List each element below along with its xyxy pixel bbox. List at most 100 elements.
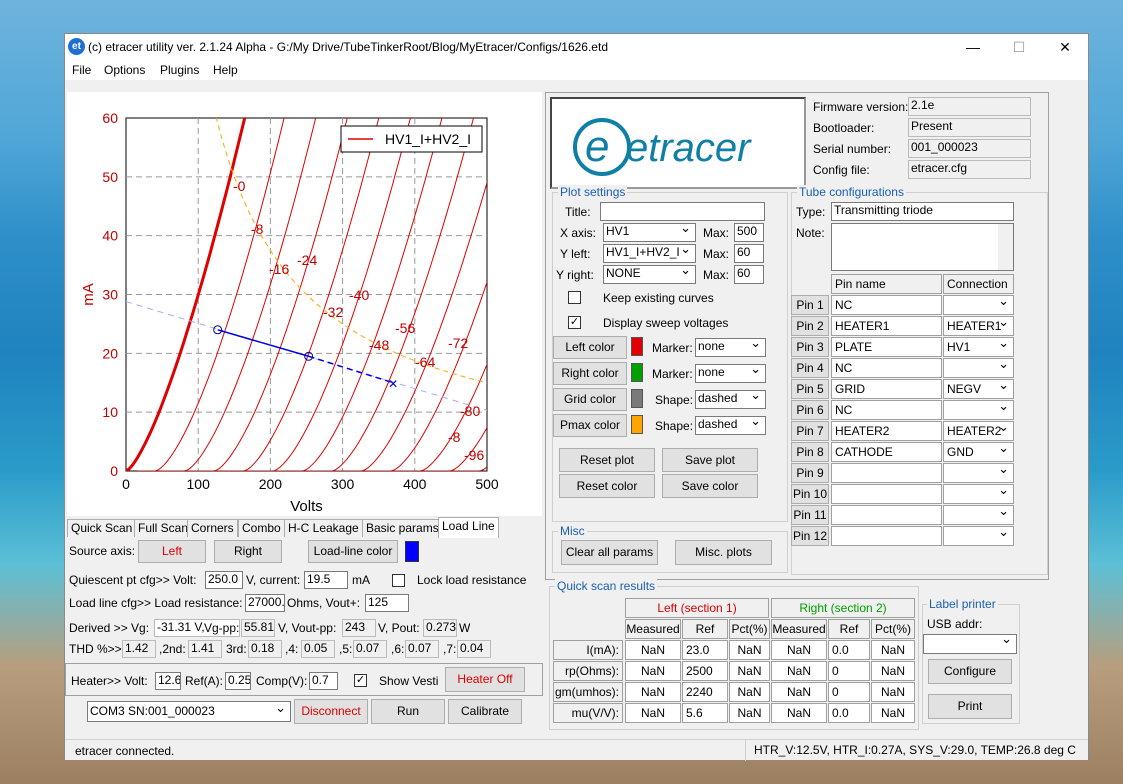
pin-name-cell[interactable] [831, 505, 942, 525]
pin-button[interactable]: Pin 11 [791, 505, 829, 525]
misc-plots-button[interactable]: Misc. plots [675, 540, 772, 565]
com-port-select[interactable]: COM3 SN:001_000023 [87, 701, 291, 722]
menu-options[interactable]: Options [104, 63, 145, 77]
pin-connection-select[interactable] [943, 484, 1014, 504]
quick-cell[interactable]: 0 [828, 661, 870, 681]
y-left-select[interactable]: HV1_I+HV2_I [603, 244, 696, 263]
quick-cell[interactable]: 2240 [682, 682, 728, 702]
pin-connection-select[interactable]: NEGV [943, 379, 1014, 399]
pin-name-cell[interactable]: HEATER1 [831, 316, 942, 336]
tab-load-line[interactable]: Load Line [438, 517, 499, 538]
pin-name-cell[interactable]: PLATE [831, 337, 942, 357]
heater-volt-input[interactable]: 12.6 [155, 672, 181, 690]
tab-hc-leakage[interactable]: H-C Leakage [284, 519, 363, 537]
pin-name-cell[interactable]: NC [831, 295, 942, 315]
right-color-swatch[interactable] [631, 363, 643, 382]
tab-corners[interactable]: Corners [187, 519, 238, 537]
source-left-button[interactable]: Left [138, 540, 206, 563]
run-button[interactable]: Run [371, 699, 445, 724]
pin-button[interactable]: Pin 2 [791, 316, 829, 336]
pin-connection-select[interactable] [943, 358, 1014, 378]
load-resistance-input[interactable]: 27000.0 [245, 594, 285, 612]
reset-plot-button[interactable]: Reset plot [559, 448, 655, 472]
tube-type-input[interactable]: Transmitting triode [831, 202, 1014, 221]
calibrate-button[interactable]: Calibrate [448, 699, 522, 724]
pin-button[interactable]: Pin 3 [791, 337, 829, 357]
pin-name-cell[interactable]: CATHODE [831, 442, 942, 462]
configure-button[interactable]: Configure [928, 659, 1012, 684]
left-color-button[interactable]: Left color [553, 336, 627, 359]
tube-note-textarea[interactable] [831, 223, 1014, 271]
source-right-button[interactable]: Right [214, 540, 282, 563]
pin-connection-select[interactable] [943, 400, 1014, 420]
heater-ref-input[interactable]: 0.25 [225, 672, 251, 690]
plot-title-input[interactable] [600, 202, 765, 221]
pin-name-cell[interactable] [831, 463, 942, 483]
quick-cell[interactable]: 2500 [682, 661, 728, 681]
grid-color-button[interactable]: Grid color [553, 388, 627, 411]
quick-cell[interactable]: 0.0 [828, 640, 870, 660]
load-line-color-swatch[interactable] [405, 541, 419, 562]
quick-cell[interactable]: 5.6 [682, 703, 728, 723]
x-axis-select[interactable]: HV1 [603, 223, 696, 242]
quiescent-current-input[interactable]: 19.5 [304, 571, 348, 589]
pin-name-cell[interactable]: HEATER2 [831, 421, 942, 441]
tab-quick-scan[interactable]: Quick Scan [67, 519, 137, 537]
heater-off-button[interactable]: Heater Off [445, 667, 525, 692]
save-plot-button[interactable]: Save plot [662, 448, 758, 472]
pin-name-cell[interactable] [831, 526, 942, 546]
left-marker-select[interactable]: none [695, 338, 766, 357]
pin-button[interactable]: Pin 9 [791, 463, 829, 483]
vout-input[interactable]: 125 [365, 594, 409, 612]
minimize-button[interactable]: — [950, 34, 996, 60]
pin-connection-select[interactable] [943, 295, 1014, 315]
heater-comp-input[interactable]: 0.7 [309, 672, 338, 690]
tab-full-scan[interactable]: Full Scan [134, 519, 193, 537]
keep-curves-checkbox[interactable] [568, 291, 581, 304]
clear-all-params-button[interactable]: Clear all params [561, 540, 658, 565]
menu-file[interactable]: File [72, 63, 91, 77]
save-color-button[interactable]: Save color [662, 474, 758, 498]
x-max-input[interactable]: 500 [734, 223, 764, 242]
pin-button[interactable]: Pin 7 [791, 421, 829, 441]
right-color-button[interactable]: Right color [553, 362, 627, 385]
pin-button[interactable]: Pin 12 [791, 526, 829, 546]
display-sweep-checkbox[interactable]: ✓ [568, 316, 581, 329]
maximize-button[interactable]: ☐ [996, 34, 1042, 60]
pin-connection-select[interactable] [943, 505, 1014, 525]
pin-name-cell[interactable] [831, 484, 942, 504]
reset-color-button[interactable]: Reset color [559, 474, 655, 498]
pin-name-cell[interactable]: NC [831, 358, 942, 378]
pin-connection-select[interactable]: GND [943, 442, 1014, 462]
pin-button[interactable]: Pin 5 [791, 379, 829, 399]
pin-button[interactable]: Pin 10 [791, 484, 829, 504]
close-button[interactable]: ✕ [1042, 34, 1088, 60]
pin-button[interactable]: Pin 6 [791, 400, 829, 420]
menu-help[interactable]: Help [213, 63, 238, 77]
y-left-max-input[interactable]: 60 [734, 244, 764, 263]
quick-cell[interactable]: 23.0 [682, 640, 728, 660]
y-right-max-input[interactable]: 60 [734, 265, 764, 284]
pin-connection-select[interactable]: HV1 [943, 337, 1014, 357]
lock-load-checkbox[interactable] [392, 574, 405, 587]
pin-connection-select[interactable] [943, 463, 1014, 483]
tab-basic-params[interactable]: Basic params [362, 519, 443, 537]
note-scrollbar[interactable] [998, 224, 1013, 270]
grid-color-swatch[interactable] [631, 389, 643, 408]
tab-combo[interactable]: Combo [238, 519, 285, 537]
quick-cell[interactable]: 0 [828, 682, 870, 702]
pmax-color-button[interactable]: Pmax color [553, 414, 627, 437]
grid-shape-select[interactable]: dashed [695, 390, 766, 409]
disconnect-button[interactable]: Disconnect [294, 699, 368, 724]
quiescent-volt-input[interactable]: 250.0 [205, 571, 243, 589]
right-marker-select[interactable]: none [695, 364, 766, 383]
show-vesti-checkbox[interactable]: ✓ [354, 674, 367, 687]
load-line-color-button[interactable]: Load-line color [308, 540, 398, 563]
menu-plugins[interactable]: Plugins [160, 63, 199, 77]
print-button[interactable]: Print [928, 694, 1012, 719]
quick-cell[interactable]: 0.0 [828, 703, 870, 723]
pin-button[interactable]: Pin 4 [791, 358, 829, 378]
pin-button[interactable]: Pin 1 [791, 295, 829, 315]
y-right-select[interactable]: NONE [603, 265, 696, 284]
pin-connection-select[interactable] [943, 526, 1014, 546]
